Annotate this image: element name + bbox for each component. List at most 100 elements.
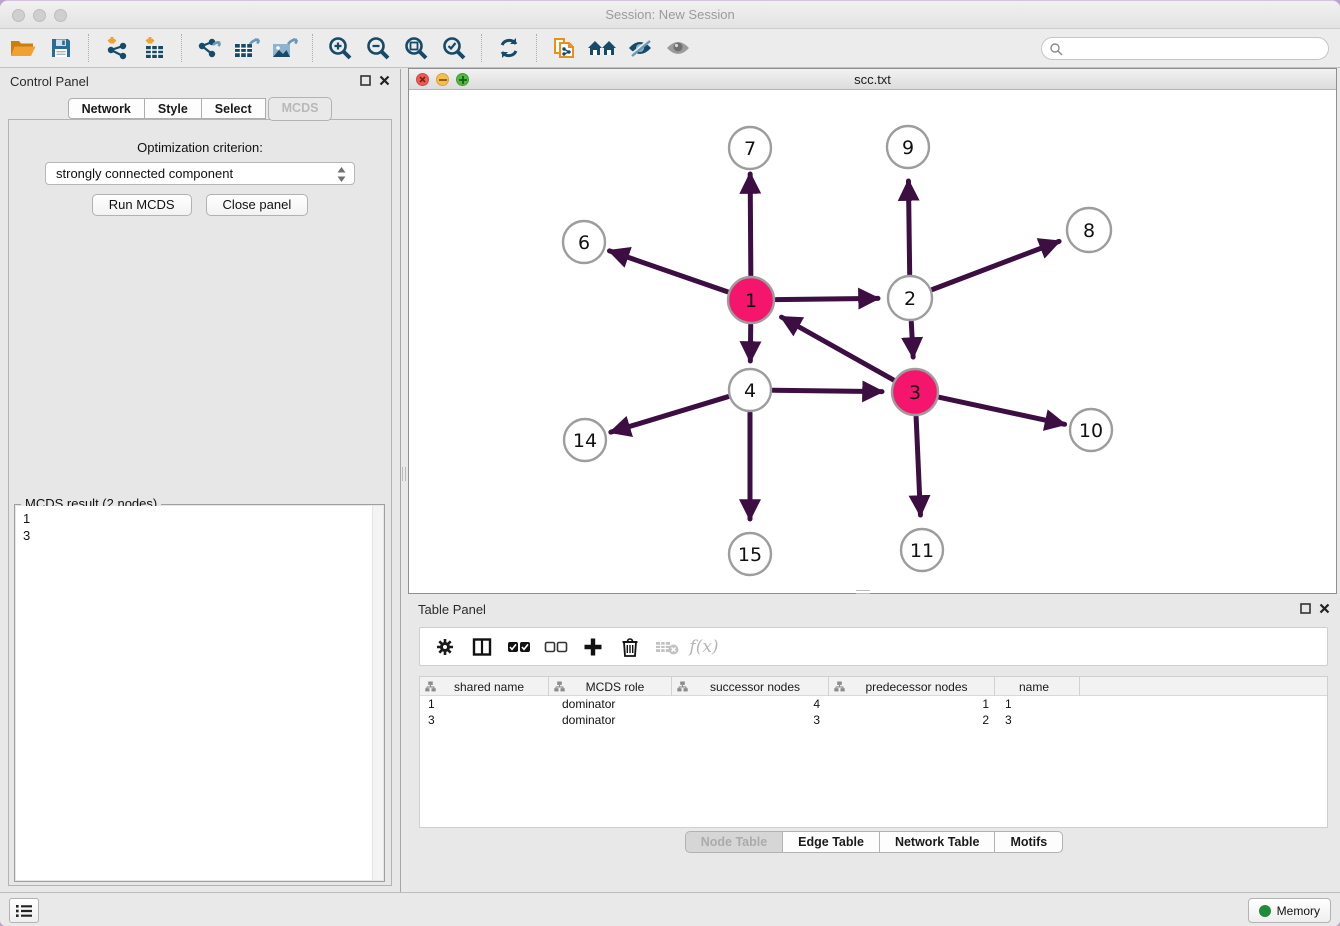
node-label: 14 (573, 430, 597, 452)
edge-3-1[interactable] (782, 317, 894, 380)
optimization-criterion-select[interactable]: strongly connected component (45, 162, 355, 185)
cell-predecessor-nodes[interactable]: 1 (829, 696, 995, 712)
cell-mcds-role[interactable]: dominator (549, 696, 672, 712)
function-builder-button[interactable]: f(x) (687, 631, 721, 663)
edge-4-14[interactable] (611, 397, 728, 432)
tab-style[interactable]: Style (145, 98, 202, 119)
show-column-panel-button[interactable] (465, 631, 499, 663)
tab-edge-table[interactable]: Edge Table (783, 831, 880, 853)
create-column-button[interactable] (576, 631, 610, 663)
edge-3-11[interactable] (916, 417, 920, 515)
node-10[interactable]: 10 (1070, 409, 1112, 451)
edge-2-3[interactable] (911, 322, 913, 357)
node-14[interactable]: 14 (564, 419, 606, 461)
close-panel-icon[interactable] (1319, 603, 1330, 614)
task-history-button[interactable] (9, 898, 39, 923)
split-pane-icon (472, 637, 492, 657)
edge-1-7[interactable] (750, 174, 751, 275)
save-session-button[interactable] (42, 31, 80, 65)
edge-3-10[interactable] (939, 397, 1064, 424)
edge-1-6[interactable] (610, 251, 728, 292)
show-graphics-button[interactable] (659, 31, 697, 65)
tab-node-table[interactable]: Node Table (685, 831, 783, 853)
node-3[interactable]: 3 (892, 369, 938, 415)
checked-boxes-icon (507, 641, 531, 653)
tab-mcds[interactable]: MCDS (268, 97, 333, 121)
node-7[interactable]: 7 (729, 127, 771, 169)
column-header-successor-nodes[interactable]: successor nodes (672, 677, 829, 696)
zoom-fit-button[interactable] (397, 31, 435, 65)
cell-shared-name[interactable]: 1 (420, 696, 549, 712)
export-table-icon (233, 36, 261, 60)
edge-2-9[interactable] (908, 181, 909, 274)
node-11[interactable]: 11 (901, 529, 943, 571)
node-2[interactable]: 2 (888, 276, 932, 320)
export-network-button[interactable] (190, 31, 228, 65)
column-header-mcds-role[interactable]: MCDS role (549, 677, 672, 696)
table-row-2[interactable]: 3dominator323 (420, 712, 1327, 728)
run-mcds-button[interactable]: Run MCDS (92, 194, 192, 216)
tab-select[interactable]: Select (202, 98, 266, 119)
close-panel-icon[interactable] (379, 75, 390, 86)
node-1[interactable]: 1 (728, 277, 774, 323)
cell-predecessor-nodes[interactable]: 2 (829, 712, 995, 728)
cell-shared-name[interactable]: 3 (420, 712, 549, 728)
cell-name[interactable]: 1 (995, 696, 1080, 712)
close-panel-button[interactable]: Close panel (206, 194, 309, 216)
node-label: 4 (744, 380, 756, 402)
cell-mcds-role[interactable]: dominator (549, 712, 672, 728)
column-header-name[interactable]: name (995, 677, 1080, 696)
node-4[interactable]: 4 (729, 369, 771, 411)
cell-successor-nodes[interactable]: 3 (672, 712, 829, 728)
float-panel-icon[interactable] (360, 75, 371, 86)
column-header-predecessor-nodes[interactable]: predecessor nodes (829, 677, 995, 696)
cell-name[interactable]: 3 (995, 712, 1080, 728)
search-input[interactable] (1041, 37, 1329, 60)
node-label: 15 (738, 544, 762, 566)
node-15[interactable]: 15 (729, 533, 771, 575)
eye-icon (664, 37, 692, 59)
import-table-icon (141, 36, 167, 60)
horizontal-splitter-grip[interactable] (856, 590, 870, 594)
tab-network[interactable]: Network (68, 98, 145, 119)
export-image-button[interactable] (266, 31, 304, 65)
delete-column-button[interactable] (613, 631, 647, 663)
cell-successor-nodes[interactable]: 4 (672, 696, 829, 712)
import-network-button[interactable] (97, 31, 135, 65)
export-table-button[interactable] (228, 31, 266, 65)
delete-table-button[interactable] (650, 631, 684, 663)
import-network-icon (103, 36, 129, 60)
edge-4-3[interactable] (773, 390, 882, 391)
table-settings-button[interactable] (428, 631, 462, 663)
open-file-button[interactable] (4, 31, 42, 65)
node-9[interactable]: 9 (887, 126, 929, 168)
edge-2-8[interactable] (932, 241, 1059, 289)
apply-style-button[interactable] (490, 31, 528, 65)
select-all-columns-button[interactable] (502, 631, 536, 663)
refresh-icon (496, 35, 522, 61)
edge-1-2[interactable] (776, 298, 878, 299)
hide-graphics-button[interactable] (621, 31, 659, 65)
mcds-result-list[interactable]: 13 (16, 506, 383, 880)
network-window-title-bar[interactable]: scc.txt (409, 69, 1336, 90)
vertical-splitter-grip[interactable] (402, 467, 406, 481)
network-canvas[interactable]: 7 9 6 8 1 2 4 3 14 10 15 11 (409, 90, 1336, 593)
zoom-out-button[interactable] (359, 31, 397, 65)
zoom-selected-button[interactable] (435, 31, 473, 65)
tab-motifs[interactable]: Motifs (995, 831, 1063, 853)
network-window-title: scc.txt (409, 69, 1336, 90)
column-type-icon (425, 681, 436, 692)
node-6[interactable]: 6 (563, 221, 605, 263)
memory-button[interactable]: Memory (1248, 898, 1331, 923)
table-row-1[interactable]: 1dominator411 (420, 696, 1327, 712)
import-table-button[interactable] (135, 31, 173, 65)
application-window: Session: New Session (0, 0, 1340, 926)
clone-network-button[interactable] (545, 31, 583, 65)
tab-network-table[interactable]: Network Table (880, 831, 996, 853)
node-8[interactable]: 8 (1067, 208, 1111, 252)
home-networks-button[interactable] (583, 31, 621, 65)
column-header-shared-name[interactable]: shared name (420, 677, 549, 696)
unselect-all-columns-button[interactable] (539, 631, 573, 663)
float-panel-icon[interactable] (1300, 603, 1311, 614)
zoom-in-button[interactable] (321, 31, 359, 65)
